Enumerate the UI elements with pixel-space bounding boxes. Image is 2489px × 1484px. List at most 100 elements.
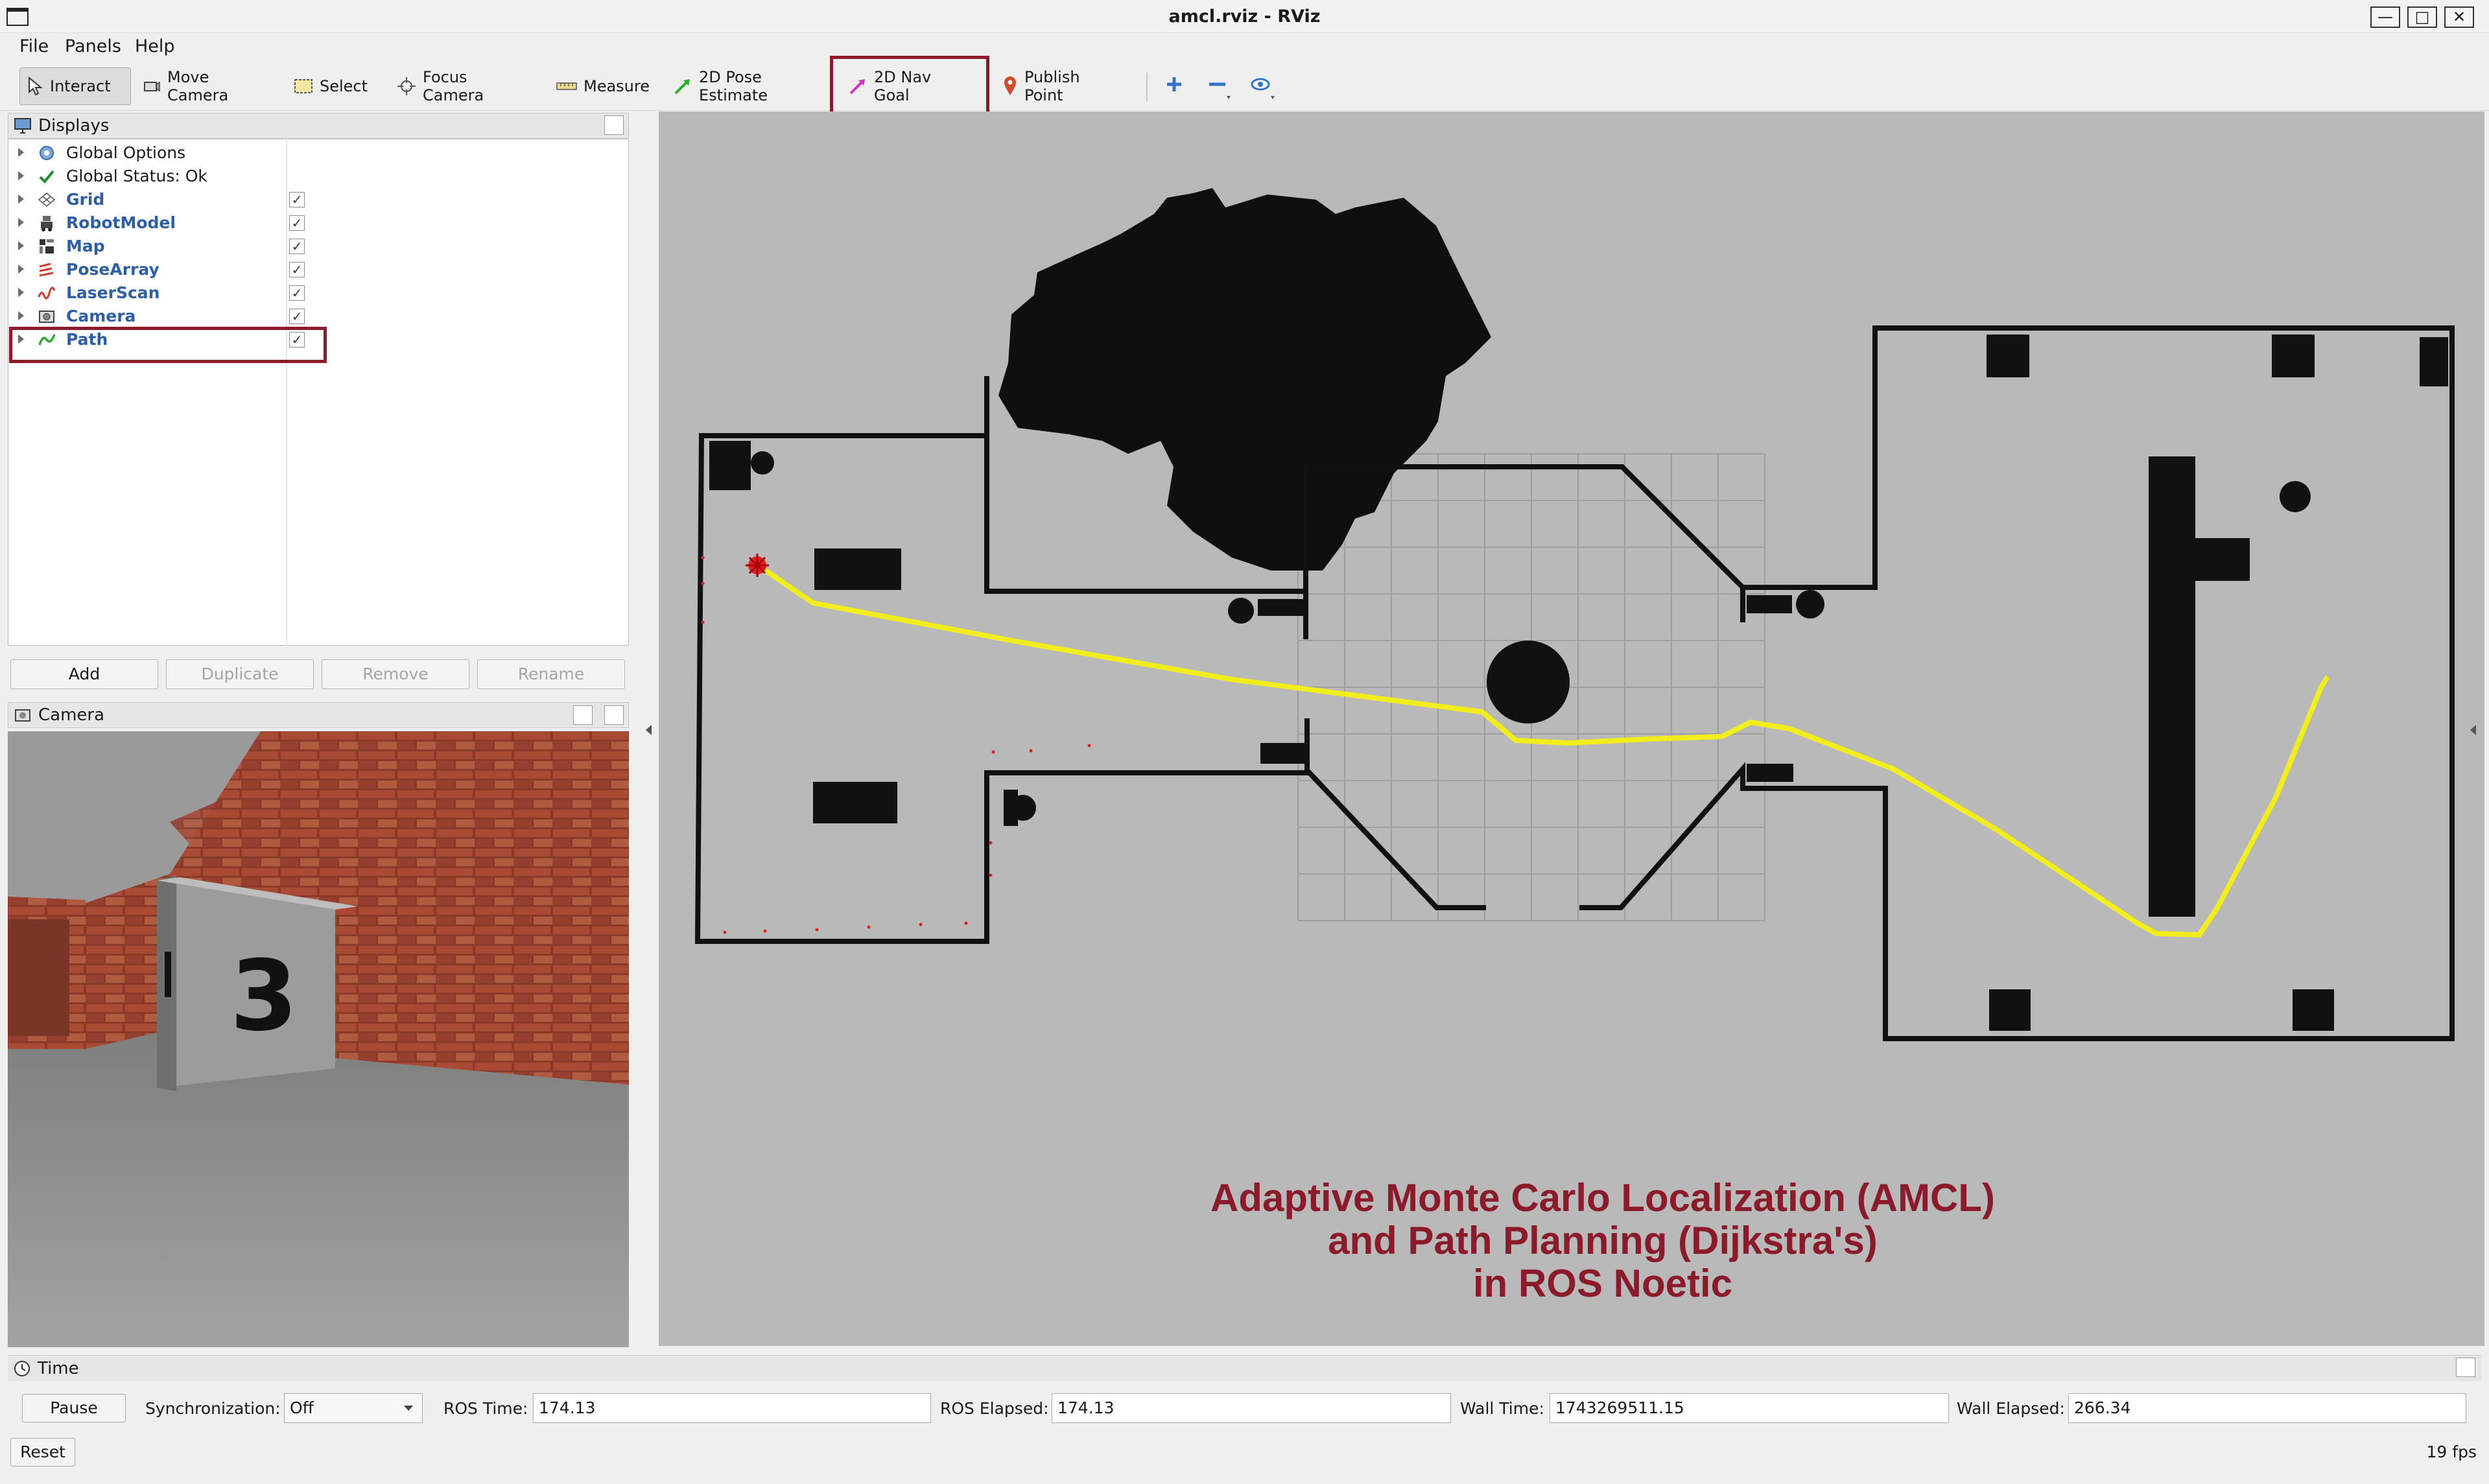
ros-time-label: ROS Time:	[443, 1399, 528, 1418]
tool-measure[interactable]: Measure	[550, 67, 654, 105]
tree-item-camera[interactable]: Camera ✓	[8, 305, 629, 328]
remove-tool-button[interactable]	[1207, 75, 1233, 100]
checkmark-icon	[39, 170, 54, 183]
expand-arrow-icon[interactable]	[18, 171, 24, 180]
monitor-icon	[14, 118, 31, 134]
expand-arrow-icon[interactable]	[18, 148, 24, 157]
minimize-icon: —	[2377, 8, 2393, 26]
camera-icon	[39, 311, 54, 323]
tree-item-label: Global Status: Ok	[66, 167, 207, 185]
tool-publish-point[interactable]: Publish Point	[996, 67, 1126, 105]
cursor-icon	[29, 77, 43, 96]
tree-item-map[interactable]: Map ✓	[8, 235, 629, 258]
tree-item-laserscan[interactable]: LaserScan ✓	[8, 281, 629, 305]
tree-item-grid[interactable]: Grid ✓	[8, 188, 629, 211]
unknown-region	[998, 188, 1491, 571]
sync-select[interactable]: Off	[284, 1393, 423, 1423]
expand-arrow-icon[interactable]	[18, 194, 24, 204]
reset-button[interactable]: Reset	[10, 1438, 75, 1466]
camera-panel-float-button[interactable]	[573, 705, 593, 725]
maximize-icon: □	[2414, 8, 2430, 26]
tree-item-posearray[interactable]: PoseArray ✓	[8, 258, 629, 281]
clock-icon	[14, 1360, 30, 1376]
tool-label: Interact	[50, 77, 111, 95]
planned-path	[758, 564, 2330, 937]
ros-elapsed-field[interactable]: 174.13	[1052, 1393, 1451, 1423]
pose-array-icon	[39, 263, 54, 277]
menu-panels[interactable]: Panels	[65, 35, 121, 58]
wall-time-label: Wall Time:	[1460, 1399, 1544, 1418]
add-display-button[interactable]: Add	[10, 659, 158, 689]
posearray-checkbox[interactable]: ✓	[289, 262, 305, 277]
collapse-left-panel-icon[interactable]	[646, 725, 652, 735]
rename-display-button[interactable]: Rename	[477, 659, 625, 689]
menu-help[interactable]: Help	[135, 35, 175, 58]
laser-scan-icon	[38, 287, 56, 300]
tool-2d-pose-estimate[interactable]: 2D Pose Estimate	[666, 67, 829, 105]
time-panel-float-button[interactable]	[2456, 1358, 2475, 1377]
time-panel-title: Time	[38, 1358, 79, 1378]
path-highlight-box	[9, 327, 327, 363]
robot-icon	[41, 216, 53, 231]
expand-arrow-icon[interactable]	[18, 218, 24, 227]
tool-interact[interactable]: Interact	[19, 67, 131, 105]
remove-display-button[interactable]: Remove	[322, 659, 469, 689]
view-options-button[interactable]	[1250, 75, 1279, 100]
expand-arrow-icon[interactable]	[18, 288, 24, 297]
add-tool-icon	[1167, 77, 1181, 91]
grid-checkbox[interactable]: ✓	[289, 192, 305, 207]
tree-item-label: PoseArray	[66, 260, 159, 279]
camera-scene: 3	[8, 731, 629, 1347]
tree-item-robotmodel[interactable]: RobotModel ✓	[8, 211, 629, 235]
displays-panel-float-button[interactable]	[604, 115, 624, 135]
wall-time-field[interactable]: 1743269511.15	[1550, 1393, 1949, 1423]
gear-icon	[40, 146, 54, 160]
tree-item-global-status[interactable]: Global Status: Ok	[8, 165, 629, 188]
robotmodel-checkbox[interactable]: ✓	[289, 215, 305, 231]
map-checkbox[interactable]: ✓	[289, 239, 305, 254]
displays-panel-header: Displays	[8, 113, 629, 139]
displays-panel-title: Displays	[38, 116, 110, 135]
viewport-caption: Adaptive Monte Carlo Localization (AMCL)…	[659, 1177, 2489, 1305]
wall-elapsed-field[interactable]: 266.34	[2068, 1393, 2466, 1423]
tree-item-label: Grid	[66, 190, 105, 209]
map-pin-icon	[1004, 77, 1016, 95]
ros-elapsed-label: ROS Elapsed:	[940, 1399, 1049, 1418]
tree-item-global-options[interactable]: Global Options	[8, 141, 629, 165]
tool-move-camera[interactable]: Move Camera	[136, 67, 279, 105]
close-button[interactable]: ✕	[2444, 6, 2474, 28]
tool-focus-camera[interactable]: Focus Camera	[390, 67, 534, 105]
select-box-icon	[294, 79, 313, 93]
chevron-down-icon	[404, 1406, 413, 1411]
ros-time-field[interactable]: 174.13	[533, 1393, 931, 1423]
expand-arrow-icon[interactable]	[18, 311, 24, 320]
pause-button[interactable]: Pause	[22, 1394, 126, 1422]
sync-value: Off	[290, 1398, 314, 1417]
camera-checkbox[interactable]: ✓	[289, 309, 305, 324]
tool-label: 2D Pose Estimate	[699, 68, 768, 104]
add-tool-button[interactable]	[1164, 75, 1184, 94]
tool-select[interactable]: Select	[287, 67, 378, 105]
menu-bar	[0, 33, 2489, 61]
wall-elapsed-label: Wall Elapsed:	[1957, 1399, 2065, 1418]
3d-viewport[interactable]	[659, 112, 2484, 1346]
duplicate-display-button[interactable]: Duplicate	[166, 659, 314, 689]
menu-file[interactable]: File	[19, 35, 49, 58]
maximize-button[interactable]: □	[2407, 6, 2437, 28]
view-eye-icon	[1251, 78, 1275, 99]
expand-arrow-icon[interactable]	[18, 265, 24, 274]
expand-arrow-icon[interactable]	[18, 241, 24, 250]
caption-line-3: in ROS Noetic	[1472, 1262, 1733, 1305]
camera-panel-title: Camera	[38, 705, 105, 725]
expand-right-panel-icon[interactable]	[2470, 725, 2476, 735]
map-icon	[40, 239, 54, 253]
tool-label: Publish Point	[1024, 68, 1080, 104]
minimize-button[interactable]: —	[2370, 6, 2400, 28]
time-panel-header: Time	[8, 1355, 2481, 1381]
camera-panel-close-button[interactable]	[604, 705, 624, 725]
camera-image-view: 3	[8, 731, 629, 1347]
tree-item-label: Map	[66, 237, 105, 255]
laserscan-checkbox[interactable]: ✓	[289, 285, 305, 301]
toolbar-divider	[1146, 73, 1148, 101]
grid-icon	[38, 193, 56, 207]
